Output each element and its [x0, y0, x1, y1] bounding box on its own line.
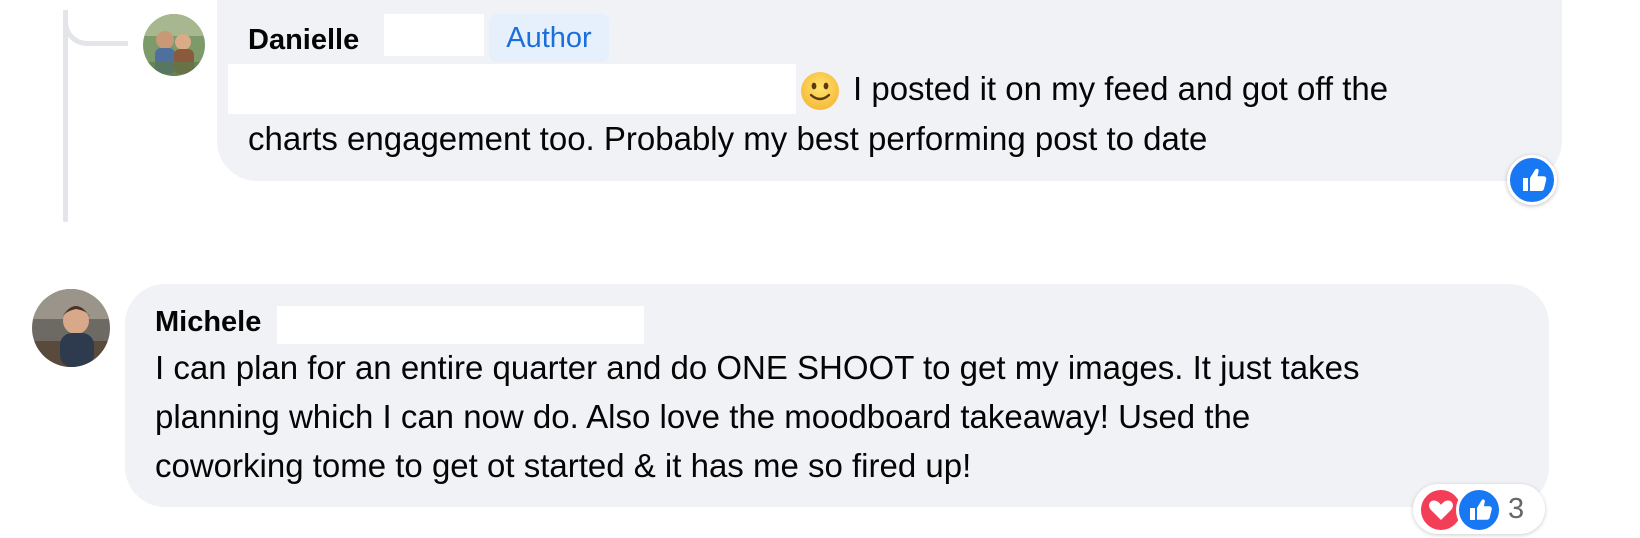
redacted-text [228, 64, 796, 114]
reaction-count[interactable]: 3 [1508, 491, 1524, 527]
comment-author-name[interactable]: Michele [155, 304, 261, 340]
comment-text: charts engagement too. Probably my best … [248, 120, 1208, 157]
redacted-surname [277, 306, 644, 344]
comment-author-name[interactable]: Danielle [248, 22, 359, 58]
redacted-surname [384, 14, 484, 56]
reply-thread-line [63, 10, 68, 222]
comment-text: I can plan for an entire quarter and do … [155, 349, 1360, 386]
slightly-smiling-face-icon [800, 71, 840, 111]
like-reaction-icon[interactable] [1507, 155, 1557, 205]
like-reaction-icon [1456, 487, 1502, 533]
reply-thread-connector [63, 10, 128, 46]
comment-text: planning which I can now do. Also love t… [155, 398, 1251, 435]
comment-text: I posted it on my feed and got off the [853, 70, 1389, 107]
avatar[interactable] [143, 14, 205, 76]
comment-text: coworking tome to get ot started & it ha… [155, 447, 972, 484]
author-badge: Author [489, 14, 609, 62]
avatar[interactable] [32, 289, 110, 367]
